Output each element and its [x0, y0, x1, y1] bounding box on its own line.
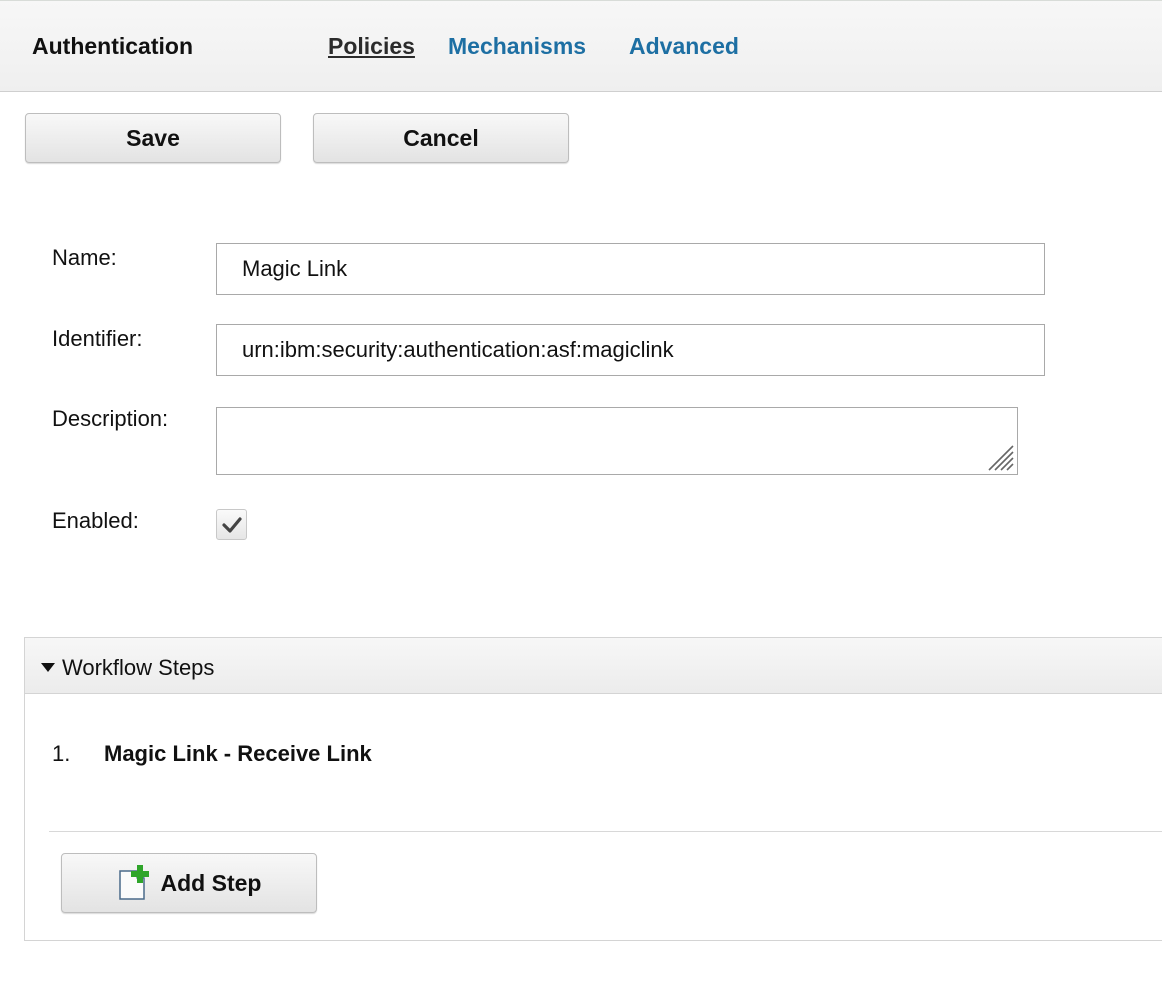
name-label: Name: [52, 245, 117, 270]
name-field[interactable] [216, 243, 1045, 295]
tab-policies[interactable]: Policies [328, 33, 415, 60]
tab-advanced[interactable]: Advanced [629, 33, 739, 60]
description-textarea[interactable] [216, 407, 1018, 475]
collapse-triangle-icon[interactable] [41, 663, 55, 672]
step-name[interactable]: Magic Link - Receive Link [104, 741, 372, 767]
cancel-button[interactable]: Cancel [313, 113, 569, 163]
save-button[interactable]: Save [25, 113, 281, 163]
add-step-button[interactable]: Add Step [61, 853, 317, 913]
page-title: Authentication [32, 33, 193, 59]
step-number: 1. [52, 741, 71, 766]
top-navigation-bar: Authentication Policies Mechanisms Advan… [0, 0, 1162, 92]
enabled-label: Enabled: [52, 508, 139, 533]
add-step-label: Add Step [160, 869, 262, 896]
enabled-checkbox[interactable] [216, 509, 247, 540]
identifier-field[interactable] [216, 324, 1045, 376]
description-label: Description: [52, 406, 169, 431]
resize-grip-icon[interactable] [983, 440, 1015, 472]
add-document-icon [118, 865, 149, 900]
workflow-steps-title: Workflow Steps [62, 655, 215, 680]
tab-mechanisms[interactable]: Mechanisms [448, 33, 586, 60]
workflow-steps-panel: Workflow Steps 1. Magic Link - Receive L… [24, 637, 1162, 941]
workflow-steps-header[interactable]: Workflow Steps [25, 638, 1162, 694]
identifier-label: Identifier: [52, 326, 143, 351]
checkmark-icon [221, 516, 242, 533]
divider [49, 831, 1162, 832]
